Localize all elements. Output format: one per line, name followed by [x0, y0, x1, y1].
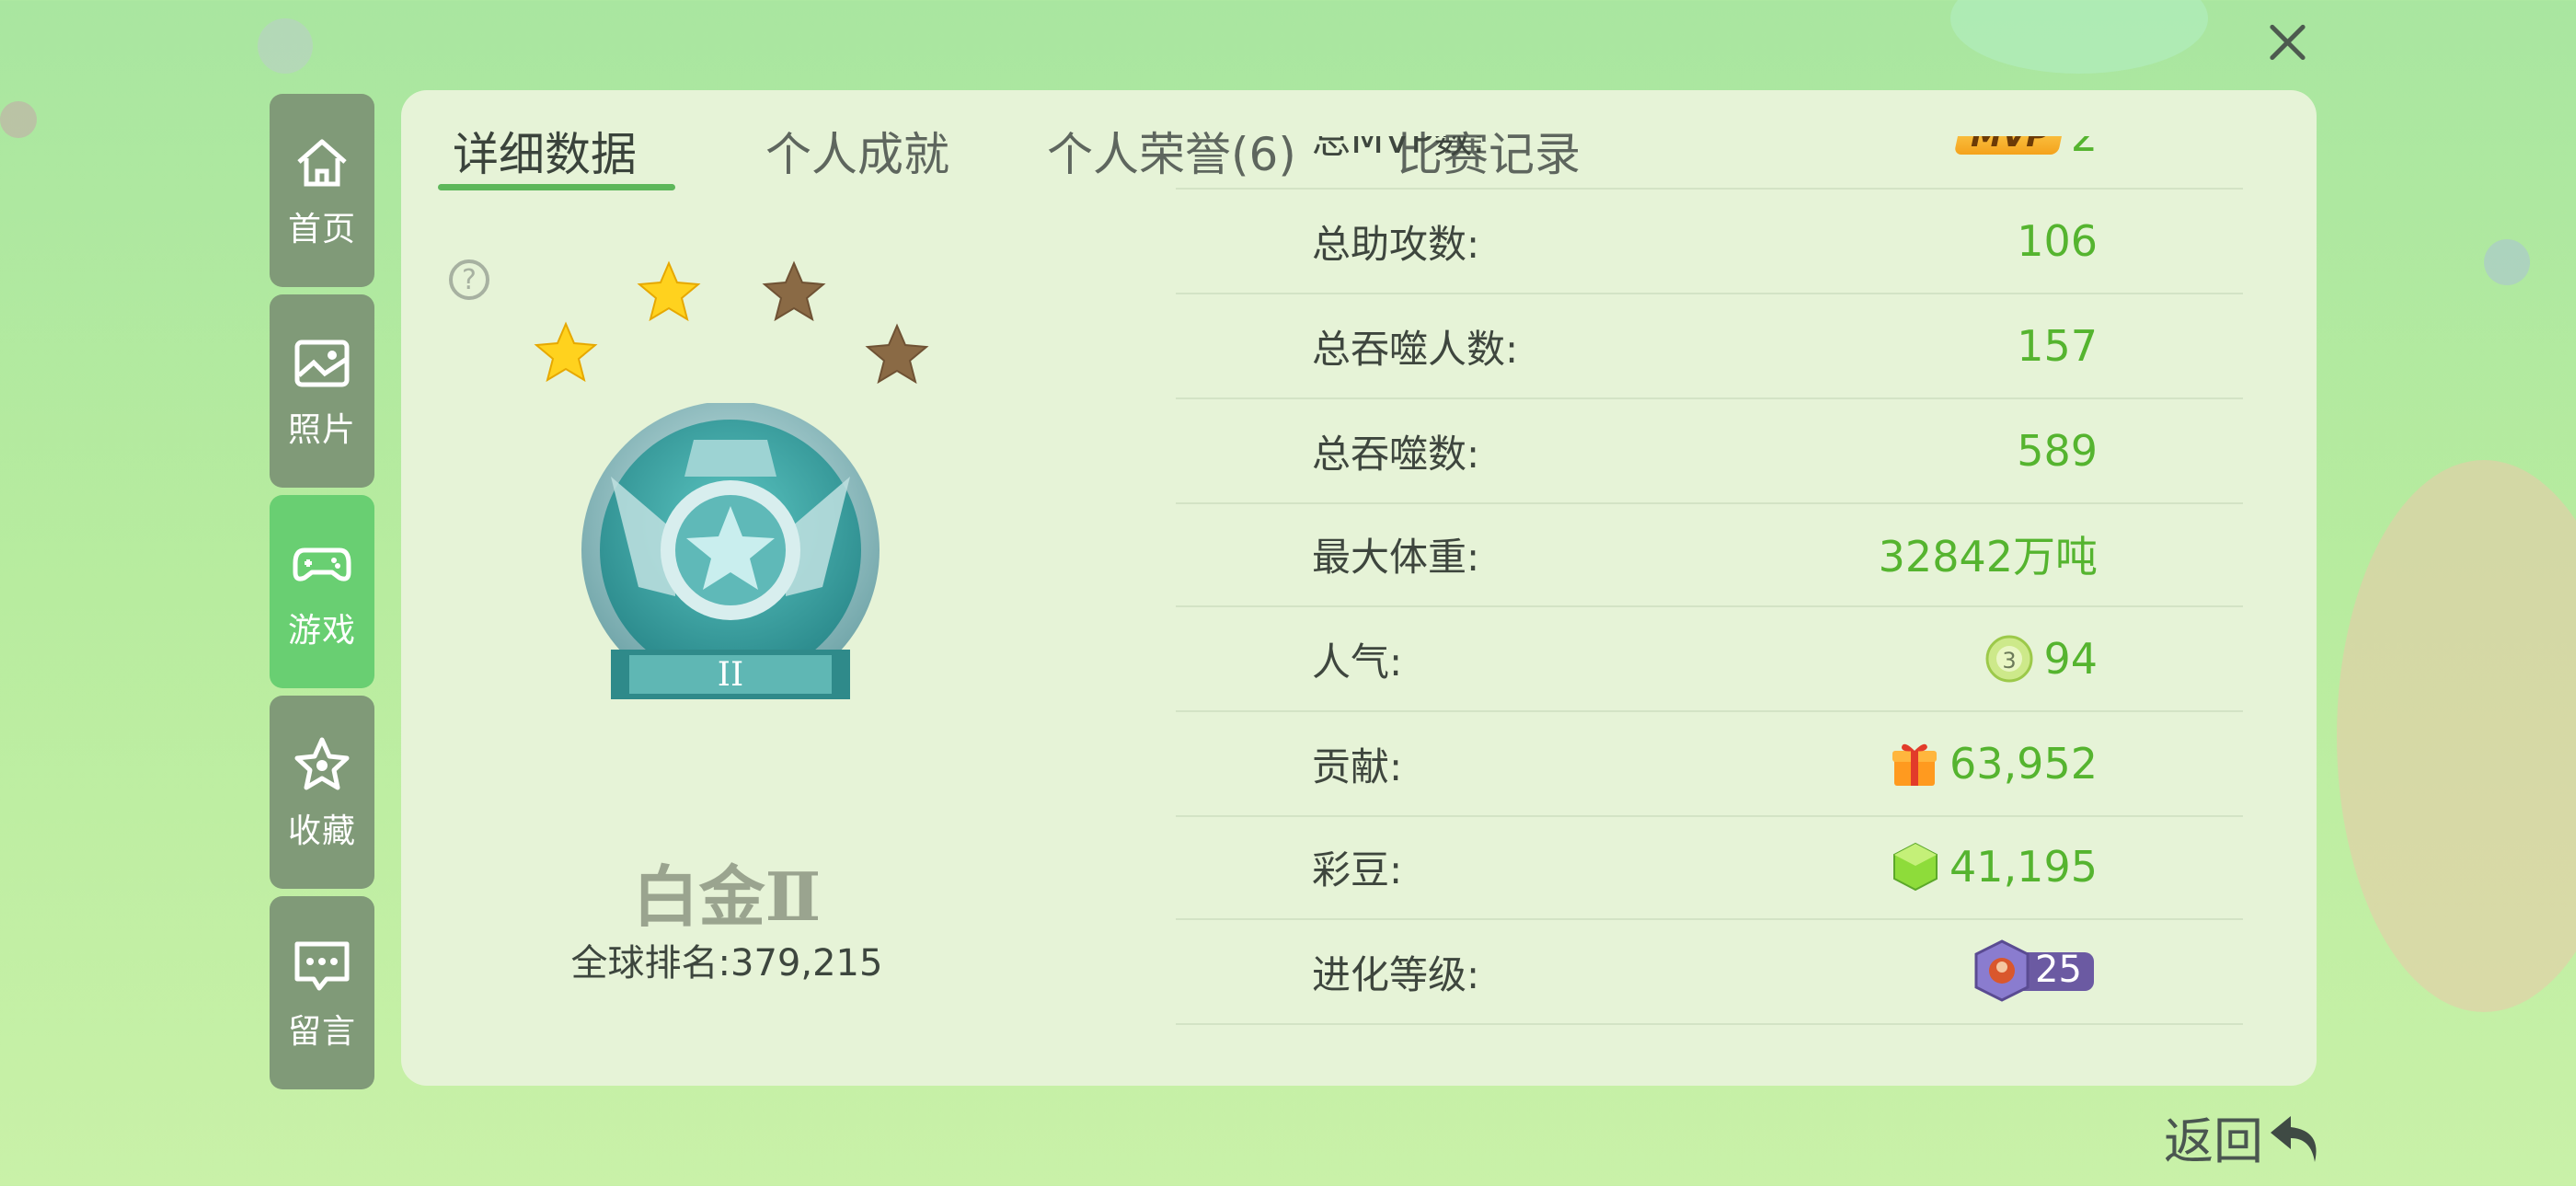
stat-label: 贡献:: [1312, 743, 1403, 789]
sidebar-item-photo[interactable]: 照片: [270, 294, 374, 488]
stat-label: 最大体重:: [1312, 534, 1480, 580]
stat-value-text: 94: [2043, 634, 2098, 684]
back-label: 返回: [2164, 1112, 2263, 1170]
stat-value: 63,952: [1889, 738, 2098, 789]
sidebar-item-game[interactable]: 游戏: [270, 495, 374, 688]
sidebar: 首页 照片 游戏 收藏 留言: [270, 94, 374, 1097]
evolution-level-text: 25: [2035, 949, 2082, 991]
stat-row-max-weight: 最大体重: 32842万吨: [1176, 502, 2243, 607]
active-tab-indicator: [438, 184, 675, 190]
stat-value-text: 41,195: [1949, 842, 2098, 892]
evolution-icon: 25: [1969, 939, 2098, 1004]
popularity-icon: 3: [1985, 635, 2033, 683]
rank-star-filled: [637, 260, 701, 322]
stats-list: 总MVP数: MVP 2 总助攻数: 106 总吞噬人数: 157 总吞噬数: …: [1176, 136, 2243, 1080]
stat-row-popularity: 人气: 3 94: [1176, 607, 2243, 712]
stat-row-beans: 彩豆: 41,195: [1176, 815, 2243, 920]
rank-star-empty: [762, 260, 826, 322]
stat-value: 589: [2017, 426, 2098, 476]
stat-value: 157: [2017, 321, 2098, 371]
gamepad-icon: [293, 547, 351, 581]
help-icon[interactable]: ?: [449, 259, 489, 300]
stat-value-text: 63,952: [1949, 739, 2098, 789]
sidebar-item-label: 首页: [287, 211, 356, 248]
stat-label: 总助攻数:: [1312, 221, 1480, 267]
stat-value: 25: [1969, 939, 2098, 1004]
background-blob: [1950, 0, 2208, 74]
stat-value: 106: [2017, 216, 2098, 266]
gift-icon: [1892, 743, 1938, 786]
stat-label: 进化等级:: [1312, 951, 1480, 997]
stat-value: 41,195: [1891, 841, 2098, 892]
sidebar-item-home[interactable]: 首页: [270, 94, 374, 287]
message-icon: [294, 941, 350, 991]
global-rank: 全球排名:379,215: [570, 942, 883, 984]
stat-label: 总吞噬人数:: [1312, 326, 1519, 372]
sidebar-item-label: 照片: [287, 411, 356, 449]
stat-row-contribution: 贡献: 63,952: [1176, 712, 2243, 817]
stat-value: 3 94: [1984, 634, 2098, 684]
stat-label: 总吞噬数:: [1312, 431, 1480, 477]
bean-icon: [1893, 842, 1938, 892]
background-blob: [2484, 239, 2530, 285]
sidebar-item-label: 游戏: [287, 612, 356, 650]
stat-value-text: 2: [2070, 136, 2098, 161]
stat-label: 总MVP数:: [1312, 136, 1486, 162]
stat-row-mvp: 总MVP数: MVP 2: [1176, 136, 2243, 190]
home-icon: [297, 139, 347, 187]
mvp-badge-icon: MVP: [1953, 136, 2065, 155]
tab-achievements[interactable]: 个人成就: [765, 118, 949, 184]
sidebar-item-favorites[interactable]: 收藏: [270, 696, 374, 889]
return-arrow-icon: [2271, 1115, 2317, 1162]
tab-detailed-data[interactable]: 详细数据: [453, 118, 637, 184]
star-icon: [294, 737, 350, 790]
stat-label: 人气:: [1312, 639, 1403, 685]
stat-label: 彩豆:: [1312, 846, 1403, 892]
stat-row-evolution-level: 进化等级: 25: [1176, 920, 2243, 1025]
stat-row-players-eaten: 总吞噬人数: 157: [1176, 294, 2243, 399]
rank-star-filled: [534, 321, 598, 383]
stat-value: MVP 2: [1953, 136, 2098, 161]
close-button[interactable]: [2263, 18, 2311, 66]
photo-icon: [294, 340, 350, 387]
sidebar-item-label: 收藏: [287, 812, 356, 850]
rank-name: 白金Ⅱ: [632, 858, 822, 936]
svg-text:II: II: [718, 656, 743, 694]
stat-row-assists: 总助攻数: 106: [1176, 190, 2243, 294]
stat-row-total-eaten: 总吞噬数: 589: [1176, 399, 2243, 504]
background-blob: [0, 101, 37, 138]
popularity-icon-text: 3: [2003, 648, 2017, 674]
back-button[interactable]: 返回: [2164, 1100, 2328, 1173]
rank-star-empty: [865, 323, 929, 385]
sidebar-item-label: 留言: [287, 1013, 356, 1051]
background-blob: [2337, 460, 2576, 1012]
sidebar-item-messages[interactable]: 留言: [270, 896, 374, 1089]
rank-badge-icon: II: [581, 403, 880, 699]
stat-value: 32842万吨: [1878, 532, 2098, 581]
background-blob: [258, 18, 313, 74]
